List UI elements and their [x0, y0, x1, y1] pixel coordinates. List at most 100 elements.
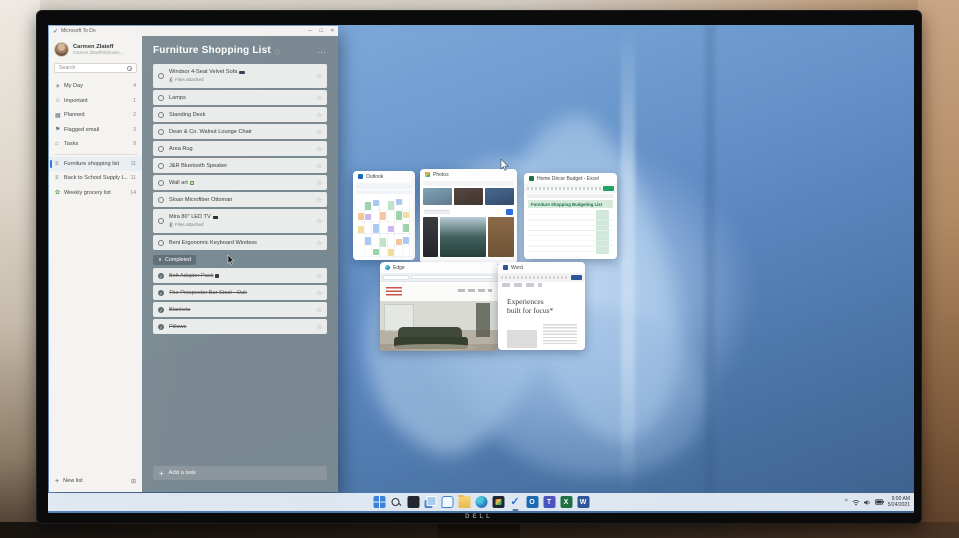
- task-label: Beni Ergonomic Keyboard Wireless: [169, 239, 257, 246]
- task-row[interactable]: Lamps ☆: [153, 90, 327, 105]
- checkbox-unchecked[interactable]: [158, 162, 164, 169]
- task-label: Standing Desk: [169, 111, 206, 118]
- completed-section-toggle[interactable]: ∨ Completed: [153, 255, 197, 265]
- chat-button[interactable]: [441, 496, 453, 508]
- favorite-star-icon[interactable]: ☆: [316, 272, 322, 280]
- checkbox-checked[interactable]: ✓: [158, 306, 164, 313]
- sidebar-item-tasks[interactable]: ⌂ Tasks 9: [49, 137, 142, 152]
- sidebar-item-flagged-email[interactable]: ⚑ Flagged email 3: [49, 123, 142, 138]
- favorite-star-icon[interactable]: ☆: [316, 72, 322, 80]
- photo-tile[interactable]: [485, 188, 514, 205]
- favorite-star-icon[interactable]: ☆: [316, 217, 322, 225]
- checkbox-unchecked[interactable]: [158, 73, 164, 79]
- favorite-star-icon[interactable]: ☆: [316, 239, 322, 247]
- start-button[interactable]: [373, 496, 385, 508]
- battery-icon[interactable]: [874, 499, 884, 505]
- sidebar-item-furniture-shopping-list[interactable]: ≡ Furniture shopping list 11: [49, 156, 142, 171]
- task-row[interactable]: J&R Bluetooth Speaker ☆: [153, 158, 327, 173]
- task-row[interactable]: Wall art ☆: [153, 175, 327, 190]
- favorite-star-icon[interactable]: ☆: [316, 323, 322, 331]
- task-row[interactable]: Area Rug ☆: [153, 141, 327, 156]
- task-row[interactable]: Standing Desk ☆: [153, 107, 327, 122]
- photo-tile[interactable]: [454, 188, 483, 205]
- room-wall-right: [918, 0, 959, 538]
- sofa-icon: [239, 70, 246, 74]
- excel-button[interactable]: X: [560, 496, 572, 508]
- create-group-icon[interactable]: ⊞: [131, 478, 136, 485]
- favorite-star-icon[interactable]: ☆: [316, 128, 322, 136]
- search-button[interactable]: [390, 496, 402, 508]
- excel-window-thumbnail[interactable]: Home Décor Budget - Excel Furniture Shop…: [524, 173, 617, 259]
- photo-tile[interactable]: [488, 217, 514, 257]
- clock[interactable]: 9:00 AM 5/24/2021: [888, 496, 910, 508]
- favorite-star-icon[interactable]: ☆: [316, 111, 322, 119]
- checkbox-unchecked[interactable]: [158, 145, 164, 152]
- word-window-thumbnail[interactable]: Word Experiences built for focus*: [498, 262, 585, 350]
- photos-button[interactable]: [492, 496, 504, 508]
- checkbox-unchecked[interactable]: [158, 128, 164, 135]
- favorite-star-icon[interactable]: ☆: [316, 162, 322, 170]
- task-view-button[interactable]: [424, 496, 436, 508]
- task-row[interactable]: Dean & Co. Walnut Lounge Chair ☆: [153, 124, 327, 139]
- outlook-button[interactable]: O: [526, 496, 538, 508]
- task-row[interactable]: Mira 80" LED TV Files attached ☆: [153, 209, 327, 233]
- checkbox-checked[interactable]: ✓: [158, 289, 164, 296]
- new-list-button[interactable]: + New list ⊞: [49, 475, 142, 487]
- minimize-button[interactable]: –: [308, 28, 311, 34]
- sidebar-item-planned[interactable]: ▦ Planned 2: [49, 108, 142, 123]
- tray-chevron-icon[interactable]: ^: [845, 499, 848, 505]
- task-row[interactable]: ✓ Blankets ☆: [153, 302, 327, 317]
- list-options-button[interactable]: ...: [317, 46, 327, 54]
- task-row[interactable]: ✓ Bolt Adapter Pack ☆: [153, 268, 327, 283]
- widgets-button[interactable]: [407, 496, 419, 508]
- volume-icon[interactable]: [863, 499, 871, 506]
- task-row[interactable]: ✓ The Prospector Bar Stool - Oak ☆: [153, 285, 327, 300]
- account-menu[interactable]: Carmen Zlateff Carmen.Zlateff00@outlo...: [49, 40, 142, 61]
- sidebar-item-my-day[interactable]: ☀ My Day 4: [49, 79, 142, 94]
- add-task-button[interactable]: + Add a task: [153, 466, 327, 480]
- search-input[interactable]: Search: [54, 63, 137, 73]
- favorite-star-icon[interactable]: ☆: [316, 94, 322, 102]
- wifi-icon[interactable]: [852, 499, 860, 506]
- photos-window-thumbnail[interactable]: Photos: [420, 169, 517, 264]
- sidebar-item-important[interactable]: ☆ Important 1: [49, 94, 142, 109]
- edge-window-thumbnail[interactable]: Edge: [380, 262, 498, 351]
- todo-app-title: Microsoft To Do: [61, 28, 96, 34]
- photo-tile[interactable]: [423, 188, 452, 205]
- checkbox-unchecked[interactable]: [158, 179, 164, 186]
- checkbox-unchecked[interactable]: [158, 94, 164, 101]
- task-row[interactable]: Sloan Microfiber Ottoman ☆: [153, 192, 327, 207]
- teams-button[interactable]: T: [543, 496, 555, 508]
- sidebar-item-back-to-school-supply-l[interactable]: ≡ Back to School Supply L... 11: [49, 171, 142, 186]
- checkbox-unchecked[interactable]: [158, 196, 164, 203]
- task-row[interactable]: Beni Ergonomic Keyboard Wireless ☆: [153, 235, 327, 250]
- site-nav: [458, 289, 492, 292]
- close-button[interactable]: ×: [331, 28, 334, 34]
- checkbox-unchecked[interactable]: [158, 218, 164, 224]
- edge-button[interactable]: [475, 496, 487, 508]
- word-button[interactable]: W: [577, 496, 589, 508]
- favorite-star-icon[interactable]: ☆: [316, 306, 322, 314]
- favorite-star-icon[interactable]: ☆: [316, 196, 322, 204]
- todo-button[interactable]: ✓: [509, 496, 521, 511]
- maximize-button[interactable]: □: [319, 28, 322, 34]
- task-row[interactable]: Windsor 4-Seat Velvet Sofa Files attached…: [153, 64, 327, 88]
- favorite-star-icon[interactable]: ☆: [316, 179, 322, 187]
- task-label: Blankets: [169, 306, 191, 313]
- checkbox-unchecked[interactable]: [158, 239, 164, 246]
- todo-titlebar: ✓ Microsoft To Do – □ ×: [49, 26, 338, 36]
- user-email: Carmen.Zlateff00@outlo...: [73, 50, 124, 55]
- photo-tile[interactable]: [423, 217, 439, 257]
- checkbox-unchecked[interactable]: [158, 111, 164, 118]
- task-row[interactable]: ✓ Pillows ☆: [153, 319, 327, 334]
- sidebar-item-weekly-grocery-list[interactable]: ✿ Weekly grocery list 14: [49, 186, 142, 201]
- checkbox-checked[interactable]: ✓: [158, 323, 164, 330]
- outlook-window-thumbnail[interactable]: Outlook: [353, 171, 415, 260]
- favorite-star-icon[interactable]: ☆: [316, 289, 322, 297]
- checkbox-checked[interactable]: ✓: [158, 272, 164, 279]
- favorite-star-icon[interactable]: ☆: [316, 145, 322, 153]
- photo-tile[interactable]: [440, 217, 487, 257]
- mouse-cursor: [500, 159, 509, 171]
- file-explorer-button[interactable]: [458, 494, 470, 508]
- doc-heading: built for focus*: [507, 305, 554, 315]
